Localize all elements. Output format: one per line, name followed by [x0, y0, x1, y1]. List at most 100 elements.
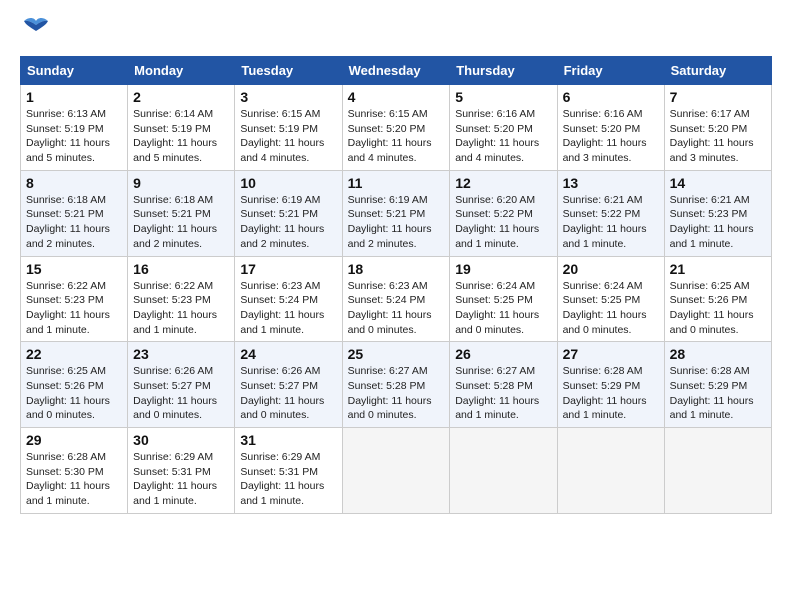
calendar-cell: 14 Sunrise: 6:21 AMSunset: 5:23 PMDayligh…: [664, 170, 771, 256]
day-number: 27: [563, 346, 659, 362]
calendar-week-row: 8 Sunrise: 6:18 AMSunset: 5:21 PMDaylight…: [21, 170, 772, 256]
calendar-cell: 12 Sunrise: 6:20 AMSunset: 5:22 PMDayligh…: [450, 170, 557, 256]
calendar-cell: [342, 428, 450, 514]
calendar-cell: 4Sunrise: 6:15 AMSunset: 5:20 PMDaylight…: [342, 85, 450, 171]
calendar-cell: 10 Sunrise: 6:19 AMSunset: 5:21 PMDayligh…: [235, 170, 342, 256]
day-number: 9: [133, 175, 229, 191]
day-info: Sunrise: 6:22 AMSunset: 5:23 PMDaylight:…: [26, 279, 122, 338]
day-number: 29: [26, 432, 122, 448]
day-number: 4: [348, 89, 445, 105]
calendar-cell: 30 Sunrise: 6:29 AMSunset: 5:31 PMDayligh…: [128, 428, 235, 514]
day-info: Sunrise: 6:28 AMSunset: 5:29 PMDaylight:…: [563, 364, 659, 423]
weekday-header-saturday: Saturday: [664, 57, 771, 85]
day-number: 28: [670, 346, 766, 362]
calendar-cell: 9 Sunrise: 6:18 AMSunset: 5:21 PMDaylight…: [128, 170, 235, 256]
calendar-cell: 24 Sunrise: 6:26 AMSunset: 5:27 PMDayligh…: [235, 342, 342, 428]
day-number: 23: [133, 346, 229, 362]
calendar-cell: 7Sunrise: 6:17 AMSunset: 5:20 PMDaylight…: [664, 85, 771, 171]
calendar-cell: 5 Sunrise: 6:16 AMSunset: 5:20 PMDaylight…: [450, 85, 557, 171]
day-info: Sunrise: 6:18 AMSunset: 5:21 PMDaylight:…: [133, 193, 229, 252]
day-number: 6: [563, 89, 659, 105]
day-info: Sunrise: 6:27 AMSunset: 5:28 PMDaylight:…: [348, 364, 445, 423]
day-info: Sunrise: 6:21 AMSunset: 5:23 PMDaylight:…: [670, 193, 766, 252]
day-number: 24: [240, 346, 336, 362]
day-info: Sunrise: 6:14 AMSunset: 5:19 PMDaylight:…: [133, 107, 229, 166]
calendar-cell: 13 Sunrise: 6:21 AMSunset: 5:22 PMDayligh…: [557, 170, 664, 256]
day-number: 19: [455, 261, 551, 277]
day-number: 30: [133, 432, 229, 448]
logo-bird-icon: [22, 17, 50, 39]
calendar-cell: 29Sunrise: 6:28 AMSunset: 5:30 PMDayligh…: [21, 428, 128, 514]
weekday-header-monday: Monday: [128, 57, 235, 85]
day-number: 10: [240, 175, 336, 191]
day-number: 15: [26, 261, 122, 277]
day-number: 13: [563, 175, 659, 191]
day-number: 26: [455, 346, 551, 362]
calendar-week-row: 15 Sunrise: 6:22 AMSunset: 5:23 PMDayligh…: [21, 256, 772, 342]
calendar-cell: 17 Sunrise: 6:23 AMSunset: 5:24 PMDayligh…: [235, 256, 342, 342]
day-number: 25: [348, 346, 445, 362]
day-number: 2: [133, 89, 229, 105]
day-number: 3: [240, 89, 336, 105]
day-number: 16: [133, 261, 229, 277]
day-info: Sunrise: 6:16 AMSunset: 5:20 PMDaylight:…: [455, 107, 551, 166]
day-info: Sunrise: 6:25 AMSunset: 5:26 PMDaylight:…: [26, 364, 122, 423]
calendar-cell: 25 Sunrise: 6:27 AMSunset: 5:28 PMDayligh…: [342, 342, 450, 428]
day-info: Sunrise: 6:16 AMSunset: 5:20 PMDaylight:…: [563, 107, 659, 166]
calendar-cell: 1Sunrise: 6:13 AMSunset: 5:19 PMDaylight…: [21, 85, 128, 171]
calendar-cell: [450, 428, 557, 514]
calendar-week-row: 1Sunrise: 6:13 AMSunset: 5:19 PMDaylight…: [21, 85, 772, 171]
calendar-cell: 27 Sunrise: 6:28 AMSunset: 5:29 PMDayligh…: [557, 342, 664, 428]
day-number: 20: [563, 261, 659, 277]
weekday-header-tuesday: Tuesday: [235, 57, 342, 85]
calendar-cell: [664, 428, 771, 514]
day-info: Sunrise: 6:28 AMSunset: 5:29 PMDaylight:…: [670, 364, 766, 423]
day-info: Sunrise: 6:29 AMSunset: 5:31 PMDaylight:…: [133, 450, 229, 509]
calendar-cell: 21 Sunrise: 6:25 AMSunset: 5:26 PMDayligh…: [664, 256, 771, 342]
day-number: 21: [670, 261, 766, 277]
day-info: Sunrise: 6:29 AMSunset: 5:31 PMDaylight:…: [240, 450, 336, 509]
weekday-header-sunday: Sunday: [21, 57, 128, 85]
calendar-cell: 16 Sunrise: 6:22 AMSunset: 5:23 PMDayligh…: [128, 256, 235, 342]
day-number: 8: [26, 175, 122, 191]
calendar-cell: 2 Sunrise: 6:14 AMSunset: 5:19 PMDaylight…: [128, 85, 235, 171]
calendar-cell: 23 Sunrise: 6:26 AMSunset: 5:27 PMDayligh…: [128, 342, 235, 428]
day-number: 18: [348, 261, 445, 277]
calendar-cell: 26 Sunrise: 6:27 AMSunset: 5:28 PMDayligh…: [450, 342, 557, 428]
day-number: 5: [455, 89, 551, 105]
logo: [20, 20, 50, 46]
day-info: Sunrise: 6:27 AMSunset: 5:28 PMDaylight:…: [455, 364, 551, 423]
day-info: Sunrise: 6:18 AMSunset: 5:21 PMDaylight:…: [26, 193, 122, 252]
day-number: 14: [670, 175, 766, 191]
calendar-cell: 11 Sunrise: 6:19 AMSunset: 5:21 PMDayligh…: [342, 170, 450, 256]
calendar-cell: [557, 428, 664, 514]
day-number: 22: [26, 346, 122, 362]
day-info: Sunrise: 6:23 AMSunset: 5:24 PMDaylight:…: [240, 279, 336, 338]
calendar-week-row: 22 Sunrise: 6:25 AMSunset: 5:26 PMDayligh…: [21, 342, 772, 428]
day-info: Sunrise: 6:19 AMSunset: 5:21 PMDaylight:…: [348, 193, 445, 252]
day-info: Sunrise: 6:26 AMSunset: 5:27 PMDaylight:…: [133, 364, 229, 423]
day-number: 17: [240, 261, 336, 277]
day-number: 12: [455, 175, 551, 191]
day-info: Sunrise: 6:24 AMSunset: 5:25 PMDaylight:…: [455, 279, 551, 338]
calendar-table: SundayMondayTuesdayWednesdayThursdayFrid…: [20, 56, 772, 514]
day-info: Sunrise: 6:20 AMSunset: 5:22 PMDaylight:…: [455, 193, 551, 252]
weekday-header-thursday: Thursday: [450, 57, 557, 85]
calendar-cell: 19 Sunrise: 6:24 AMSunset: 5:25 PMDayligh…: [450, 256, 557, 342]
weekday-header-friday: Friday: [557, 57, 664, 85]
day-info: Sunrise: 6:17 AMSunset: 5:20 PMDaylight:…: [670, 107, 766, 166]
day-info: Sunrise: 6:25 AMSunset: 5:26 PMDaylight:…: [670, 279, 766, 338]
calendar-cell: 3Sunrise: 6:15 AMSunset: 5:19 PMDaylight…: [235, 85, 342, 171]
day-info: Sunrise: 6:19 AMSunset: 5:21 PMDaylight:…: [240, 193, 336, 252]
weekday-header-wednesday: Wednesday: [342, 57, 450, 85]
calendar-header-row: SundayMondayTuesdayWednesdayThursdayFrid…: [21, 57, 772, 85]
calendar-cell: 8 Sunrise: 6:18 AMSunset: 5:21 PMDaylight…: [21, 170, 128, 256]
day-number: 11: [348, 175, 445, 191]
calendar-cell: 6 Sunrise: 6:16 AMSunset: 5:20 PMDaylight…: [557, 85, 664, 171]
day-info: Sunrise: 6:22 AMSunset: 5:23 PMDaylight:…: [133, 279, 229, 338]
day-info: Sunrise: 6:21 AMSunset: 5:22 PMDaylight:…: [563, 193, 659, 252]
day-number: 31: [240, 432, 336, 448]
calendar-cell: 31 Sunrise: 6:29 AMSunset: 5:31 PMDayligh…: [235, 428, 342, 514]
calendar-cell: 20Sunrise: 6:24 AMSunset: 5:25 PMDayligh…: [557, 256, 664, 342]
day-info: Sunrise: 6:26 AMSunset: 5:27 PMDaylight:…: [240, 364, 336, 423]
